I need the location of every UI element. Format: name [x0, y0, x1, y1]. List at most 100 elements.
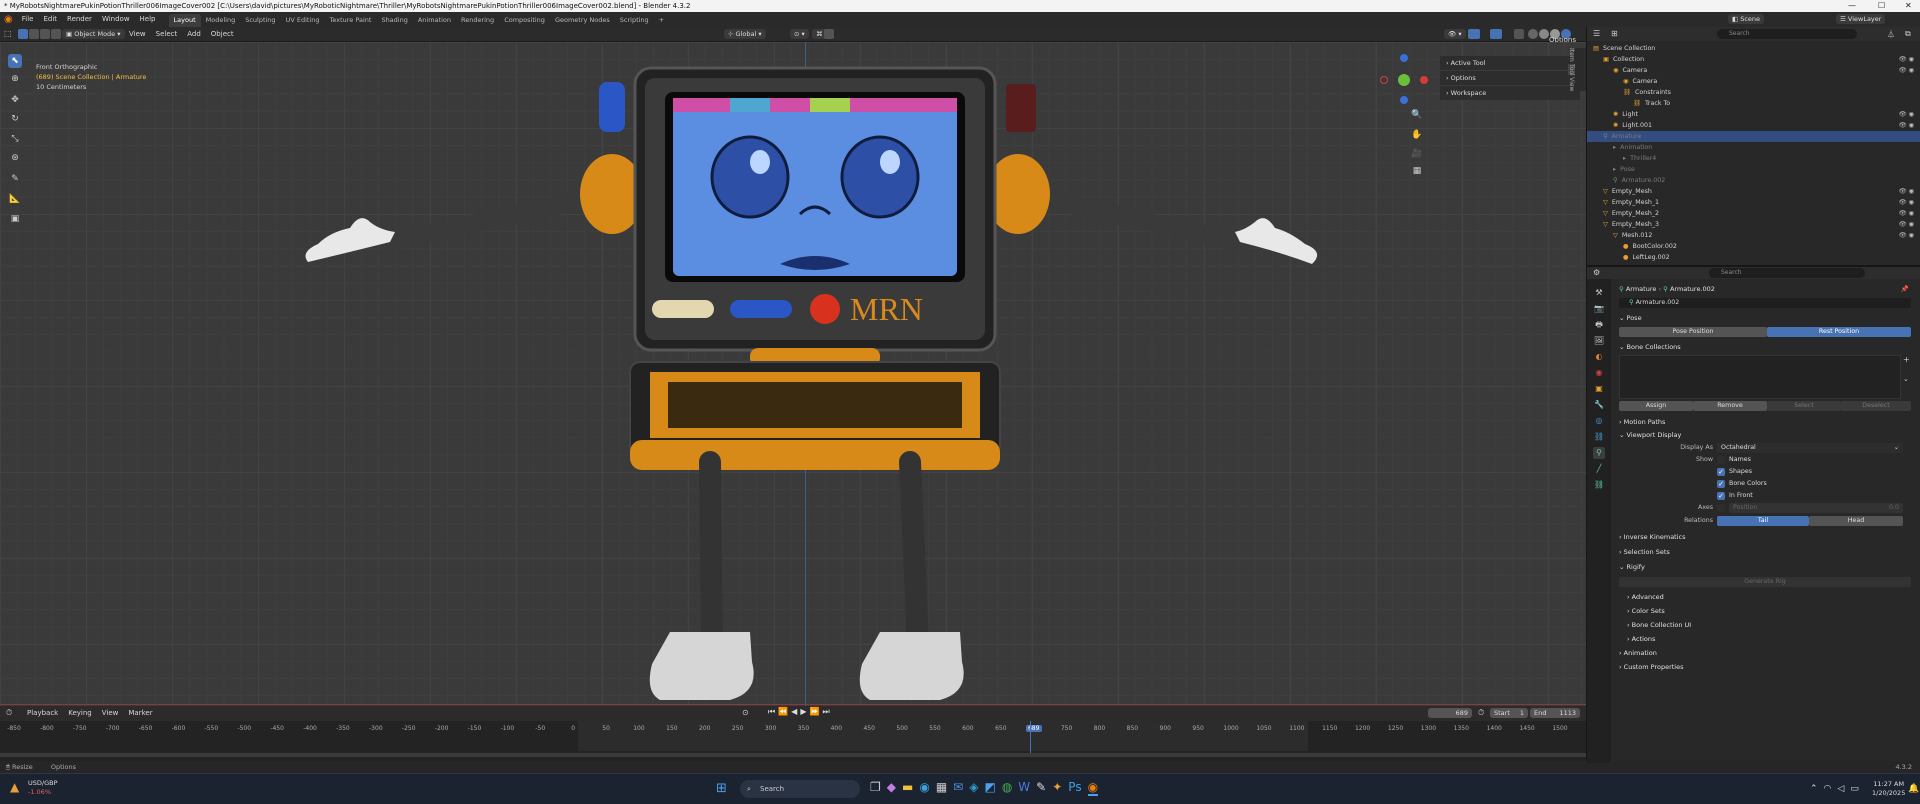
view-layer-tab-icon[interactable]: 🖼 [1593, 335, 1605, 347]
outliner-row[interactable]: ▸ Thriller4 [1587, 153, 1920, 164]
rigify-color-sets-header[interactable]: › Color Sets [1627, 605, 1907, 618]
rest-position-button[interactable]: Rest Position [1767, 327, 1911, 337]
workspace-tab[interactable]: Compositing [499, 14, 550, 27]
outliner-search-input[interactable]: Search [1717, 29, 1857, 39]
outliner-row[interactable]: ✺ Light.001 👁 ◉ [1587, 120, 1920, 131]
visibility-eye-icon[interactable]: 👁 ◉ [1899, 219, 1915, 230]
outliner-row[interactable]: ◉ Camera [1587, 76, 1920, 87]
outliner-row[interactable]: ⛓ Constraints [1587, 87, 1920, 98]
filter-icon[interactable]: ⏃ [1887, 29, 1895, 40]
end-frame-field[interactable]: End 1113 [1530, 708, 1580, 718]
copilot-icon[interactable]: ◆ [887, 780, 896, 796]
deselect-button[interactable]: Deselect [1841, 401, 1911, 411]
outliner-row[interactable]: ⛓ Track To [1587, 98, 1920, 109]
minimize-button[interactable]: — [1848, 0, 1856, 12]
pin-icon[interactable]: 📌 [1901, 283, 1909, 296]
zoom-icon[interactable]: 🔍 [1410, 108, 1424, 122]
menu-edit[interactable]: Edit [38, 12, 62, 27]
photoshop-icon[interactable]: Ps [1068, 780, 1081, 796]
visibility-eye-icon[interactable]: 👁 ◉ [1899, 186, 1915, 197]
menu-object[interactable]: Object [206, 27, 239, 42]
bone-collections-list[interactable] [1619, 355, 1901, 399]
render-tab-icon[interactable]: 📷 [1593, 303, 1605, 315]
current-frame-field[interactable]: 689 [1428, 708, 1472, 718]
tab-tool[interactable]: Tool [1568, 63, 1575, 76]
display-as-dropdown[interactable]: Octahedral ⌄ [1717, 443, 1903, 453]
workspace-tab[interactable]: Rendering [456, 14, 499, 27]
scale-tool-icon[interactable]: ⤡ [8, 132, 22, 146]
currency-widget[interactable]: USD/GBP -1.06% [28, 779, 58, 797]
pivot-dropdown[interactable]: ⊙ ▾ [790, 29, 809, 39]
transform-orientation-dropdown[interactable]: ⊹ Global ▾ [724, 29, 766, 39]
volume-icon[interactable]: ◁ [1837, 784, 1844, 794]
workspace-tab[interactable]: Scripting [615, 14, 654, 27]
transform-tool-icon[interactable]: ⊛ [8, 151, 22, 165]
menu-window[interactable]: Window [97, 12, 135, 27]
add-cube-tool-icon[interactable]: ▣ [8, 212, 22, 226]
start-button-icon[interactable]: ⊞ [716, 781, 727, 796]
perspective-grid-icon[interactable]: ▦ [1410, 164, 1424, 178]
workspace-tab[interactable]: UV Editing [281, 14, 325, 27]
timeline-editor-icon[interactable]: ⏱ [6, 708, 12, 718]
scene-selector[interactable]: ◧ Scene [1728, 14, 1765, 24]
motion-paths-header[interactable]: › Motion Paths [1619, 416, 1911, 429]
visibility-eye-icon[interactable]: 👁 ◉ [1899, 120, 1915, 131]
gizmo-y-icon[interactable] [1398, 74, 1410, 86]
rigify-bone-collection-ui-header[interactable]: › Bone Collection UI [1627, 619, 1907, 632]
outliner-row[interactable]: ▽ Empty_Mesh_2 👁 ◉ [1587, 208, 1920, 219]
constraint-tab-icon[interactable]: ⛓ [1593, 431, 1605, 443]
outliner-row[interactable]: ▽ Empty_Mesh 👁 ◉ [1587, 186, 1920, 197]
playhead-frame-label[interactable]: 689 [1025, 725, 1042, 732]
collection-menu-icon[interactable]: ⌄ [1903, 375, 1909, 383]
weather-widget-icon[interactable]: ▲ [10, 780, 19, 794]
wireframe-shading-icon[interactable] [1528, 29, 1538, 39]
visibility-eye-icon[interactable]: 👁 ◉ [1899, 197, 1915, 208]
viewlayer-selector[interactable]: ☰ ViewLayer [1836, 14, 1886, 24]
pan-hand-icon[interactable]: ✋ [1410, 128, 1424, 142]
outlook-icon[interactable]: ◩ [984, 780, 995, 796]
app-icon[interactable]: ✦ [1052, 780, 1062, 796]
mail-icon[interactable]: ✉ [953, 780, 963, 796]
camera-view-icon[interactable]: 🎥 [1410, 147, 1424, 161]
gizmo-z-icon[interactable] [1400, 54, 1408, 62]
new-collection-icon[interactable]: ⧉ [1905, 29, 1911, 39]
add-workspace-button[interactable]: + [654, 14, 669, 27]
workspace-tab[interactable]: Sculpting [240, 14, 280, 27]
clock[interactable]: 11:27 AM 1/20/2025 [1872, 780, 1905, 798]
outliner-row[interactable]: ▤ Scene Collection [1587, 43, 1920, 54]
pose-panel-header[interactable]: ⌄ Pose [1619, 312, 1911, 325]
workspace-tab[interactable]: Layout [168, 13, 201, 27]
custom-properties-header[interactable]: › Custom Properties [1619, 661, 1911, 674]
visibility-eye-icon[interactable]: 👁 ◉ [1899, 65, 1915, 76]
select-intersect-icon[interactable] [51, 29, 61, 39]
bone-constraint-tab-icon[interactable]: ⛓ [1593, 479, 1605, 491]
timeline-scrollbar[interactable] [0, 753, 1586, 757]
xray-toggle-icon[interactable] [1514, 29, 1524, 39]
annotate-tool-icon[interactable]: ✎ [8, 172, 22, 186]
remove-button[interactable]: Remove [1693, 401, 1767, 411]
outliner-row[interactable]: ⚲ Armature.002 [1587, 175, 1920, 186]
jump-start-icon[interactable]: ⏮ [768, 707, 775, 717]
generate-rig-button[interactable]: Generate Rig [1619, 577, 1911, 587]
gizmo-neg-x-icon[interactable] [1380, 76, 1388, 84]
datablock-name-field[interactable]: ⚲ Armature.002 [1619, 298, 1911, 308]
select-subtract-icon[interactable] [40, 29, 50, 39]
menu-view[interactable]: View [124, 27, 151, 42]
blender-taskbar-icon[interactable]: ◉ [1087, 780, 1099, 796]
workspace-tab[interactable]: Modeling [201, 14, 241, 27]
outliner-row[interactable]: ▽ Empty_Mesh_3 👁 ◉ [1587, 219, 1920, 230]
menu-keying[interactable]: Keying [63, 706, 97, 721]
file-explorer-icon[interactable]: ▬ [902, 780, 913, 796]
outliner-row[interactable]: ✺ Light 👁 ◉ [1587, 109, 1920, 120]
object-tab-icon[interactable]: ▣ [1593, 383, 1605, 395]
mode-dropdown[interactable]: ▣ Object Mode ▾ [62, 29, 125, 39]
select-tool-icon[interactable]: ⬉ [8, 54, 22, 68]
maximize-button[interactable]: ☐ [1878, 0, 1885, 12]
world-tab-icon[interactable]: ◉ [1593, 367, 1605, 379]
head-button[interactable]: Head [1809, 516, 1903, 526]
task-view-icon[interactable]: ❐ [870, 780, 881, 796]
select-extend-icon[interactable] [29, 29, 39, 39]
display-mode-icon[interactable]: ⊞ [1611, 29, 1618, 38]
cursor-tool-icon[interactable]: ⊕ [8, 72, 22, 86]
notifications-icon[interactable]: 🔔 [1908, 784, 1919, 794]
